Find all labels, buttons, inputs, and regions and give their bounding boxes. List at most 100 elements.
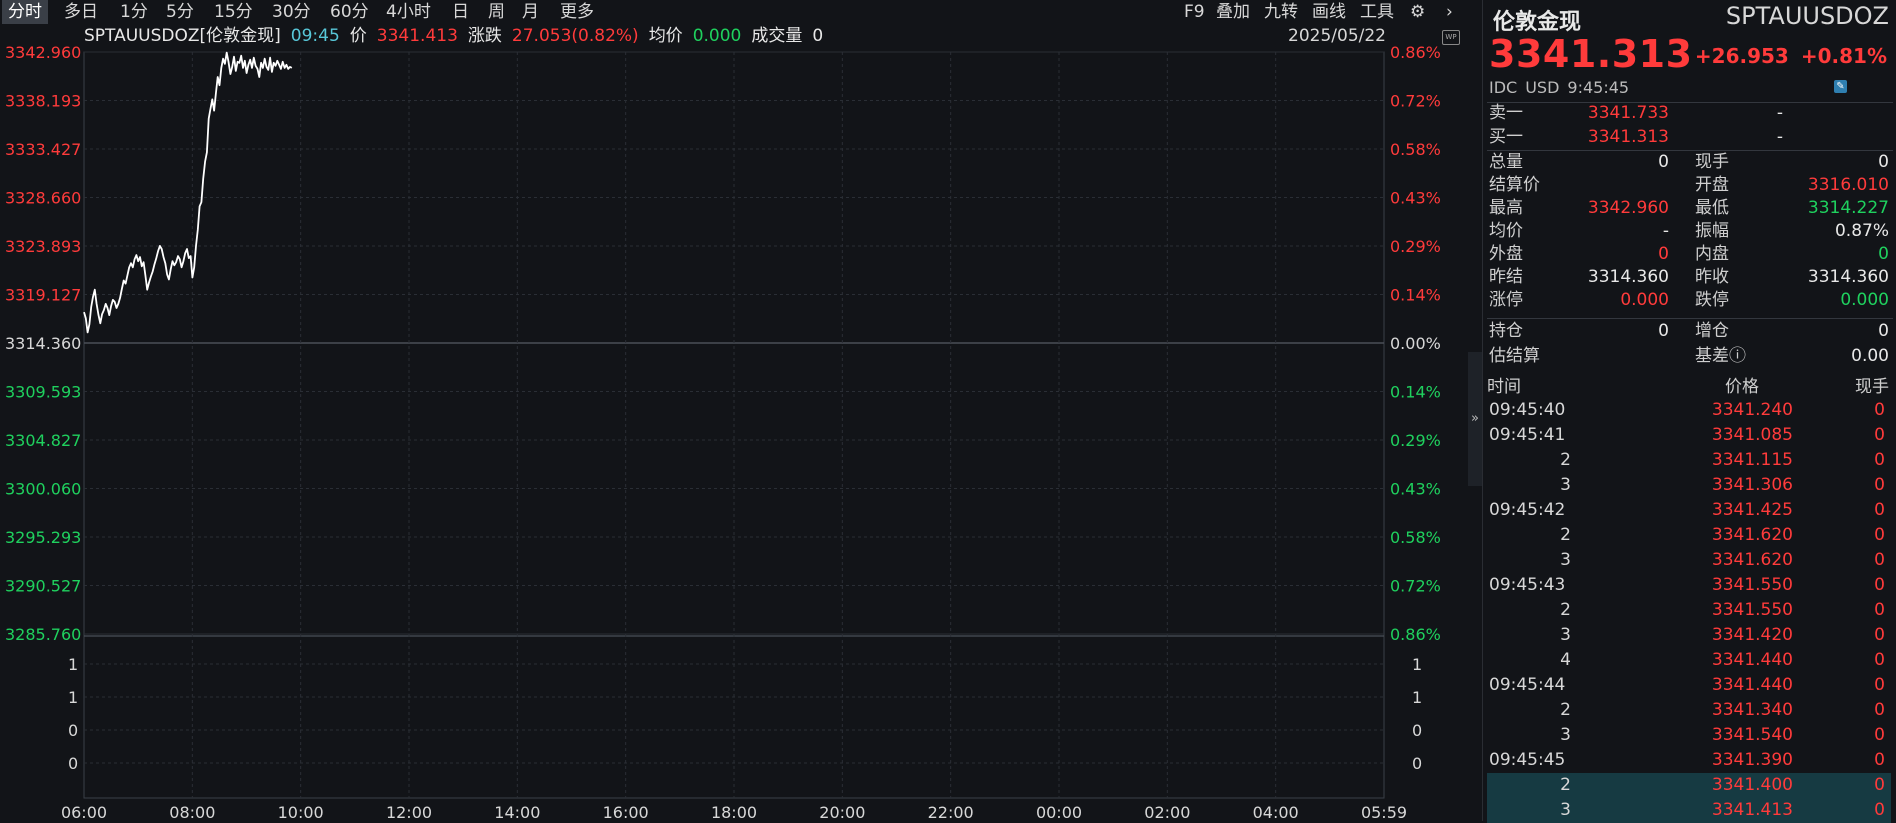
tick-time: 2	[1560, 700, 1571, 720]
tick-row: 3 3341.306 0	[1487, 473, 1891, 498]
instrument-code: SPTAUUSDOZ	[1725, 2, 1889, 30]
y-tick-label-left: 3333.427	[5, 140, 81, 159]
tick-row: 09:45:45 3341.390 0	[1487, 748, 1891, 773]
stat-label: 最低	[1695, 198, 1729, 218]
tick-time: 3	[1560, 550, 1571, 570]
y-tick-label-left: 3323.893	[5, 237, 81, 256]
stat-value: 3314.360	[1807, 267, 1889, 287]
stat-label: 昨结	[1489, 267, 1523, 287]
tick-price: 3341.340	[1711, 700, 1793, 720]
chart-area[interactable]: 分时 多日 1分 5分 15分 30分 60分 4小时日周月更多 F9 叠加 九转 画线 工具 ⚙ › SP…	[0, 0, 1468, 821]
tick-row: 3 3341.540 0	[1487, 723, 1891, 748]
tick-volume: 0	[1874, 625, 1885, 645]
x-tick-label: 14:00	[494, 803, 540, 821]
stat-value: 3342.960	[1587, 198, 1669, 218]
quote-meta: IDC USD 9:45:45	[1489, 78, 1637, 97]
tick-price: 3341.440	[1711, 675, 1793, 695]
change-pct: +0.81%	[1800, 44, 1887, 68]
tick-price: 3341.240	[1711, 400, 1793, 420]
y-tick-label-right: 0.29%	[1390, 237, 1441, 256]
y-tick-label-right: 0.72%	[1390, 92, 1441, 111]
tick-volume: 0	[1874, 425, 1885, 445]
tick-price: 3341.306	[1711, 475, 1793, 495]
tick-price: 3341.620	[1711, 550, 1793, 570]
tick-time: 2	[1560, 525, 1571, 545]
sell1-label: 卖一	[1489, 103, 1523, 123]
tick-time: 09:45:42	[1489, 500, 1566, 520]
ticks-header-time: 时间	[1487, 377, 1521, 397]
price-line	[83, 51, 293, 334]
stat-label: 最高	[1489, 198, 1523, 218]
tick-row: 3 3341.620 0	[1487, 548, 1891, 573]
y-tick-label-left: 3309.593	[5, 383, 81, 402]
y-tick-label-right: 0.58%	[1390, 140, 1441, 159]
tick-price: 3341.540	[1711, 725, 1793, 745]
tick-time: 2	[1560, 775, 1571, 795]
tick-price: 3341.550	[1711, 600, 1793, 620]
stat-value: 0	[1658, 244, 1669, 264]
buy1-label: 买一	[1489, 127, 1523, 147]
position-label: 估结算	[1489, 346, 1540, 366]
stat-label: 总量	[1489, 152, 1523, 172]
tick-price: 3341.400	[1711, 775, 1793, 795]
tick-row: 09:45:40 3341.240 0	[1487, 398, 1891, 423]
double-chevron-icon[interactable]: »	[1468, 352, 1482, 486]
tick-volume: 0	[1874, 575, 1885, 595]
tick-price: 3341.085	[1711, 425, 1793, 445]
stat-value: 0.000	[1840, 290, 1889, 310]
stat-value: 3314.360	[1587, 267, 1669, 287]
x-tick-label: 18:00	[711, 803, 757, 821]
intraday-chart[interactable]: 3342.960 0.86% 3338.193 0.72% 3333.427 0.58% 3…	[0, 0, 1468, 821]
y-tick-label-left: 3295.293	[5, 528, 81, 547]
tick-volume: 0	[1874, 750, 1885, 770]
tick-price: 3341.390	[1711, 750, 1793, 770]
position-label: 持仓	[1489, 321, 1523, 341]
y-tick-label-left: 3328.660	[5, 189, 81, 208]
volume-tick-right: 1	[1412, 655, 1422, 674]
tick-price: 3341.420	[1711, 625, 1793, 645]
tick-time: 09:45:45	[1489, 750, 1566, 770]
x-tick-label: 06:00	[61, 803, 107, 821]
tick-price: 3341.440	[1711, 650, 1793, 670]
volume-tick-right: 0	[1412, 721, 1422, 740]
tick-volume: 0	[1874, 550, 1885, 570]
y-tick-label-right: 0.86%	[1390, 625, 1441, 644]
ticks-header-price: 价格	[1725, 377, 1759, 397]
tick-row: 09:45:44 3341.440 0	[1487, 673, 1891, 698]
tick-time: 09:45:41	[1489, 425, 1566, 445]
stat-value: 3316.010	[1807, 175, 1889, 195]
tick-volume: 0	[1874, 650, 1885, 670]
x-tick-label: 16:00	[603, 803, 649, 821]
y-tick-label-right: 0.14%	[1390, 383, 1441, 402]
buy1-price: 3341.313	[1587, 127, 1669, 147]
tick-volume: 0	[1874, 500, 1885, 520]
tick-row: 09:45:41 3341.085 0	[1487, 423, 1891, 448]
meta-currency: USD	[1525, 78, 1560, 97]
tick-price: 3341.620	[1711, 525, 1793, 545]
y-tick-label-right: 0.86%	[1390, 43, 1441, 62]
tick-time: 3	[1560, 625, 1571, 645]
stat-label: 开盘	[1695, 175, 1729, 195]
price-change: +26.953 +0.81%	[1683, 44, 1887, 68]
tick-row: 2 3341.340 0	[1487, 698, 1891, 723]
stat-value: 0	[1878, 152, 1889, 172]
stat-value: 3314.227	[1807, 198, 1889, 218]
y-tick-label-left: 3304.827	[5, 431, 81, 450]
tick-volume: 0	[1874, 475, 1885, 495]
edit-icon[interactable]: ✎	[1834, 80, 1847, 93]
stat-value: 0	[1658, 152, 1669, 172]
y-tick-label-left: 3338.193	[5, 92, 81, 111]
tick-row: 3 3341.420 0	[1487, 623, 1891, 648]
tick-price: 3341.115	[1711, 450, 1793, 470]
stat-label: 振幅	[1695, 221, 1729, 241]
stat-label: 涨停	[1489, 290, 1523, 310]
y-tick-label-right: 0.43%	[1390, 189, 1441, 208]
tick-time: 09:45:40	[1489, 400, 1566, 420]
tick-time: 3	[1560, 475, 1571, 495]
tick-time: 3	[1560, 725, 1571, 745]
tick-time: 4	[1560, 650, 1571, 670]
tick-price: 3341.425	[1711, 500, 1793, 520]
stat-value: -	[1662, 221, 1669, 241]
x-tick-label: 12:00	[386, 803, 432, 821]
buy1-volume: -	[1776, 127, 1783, 147]
